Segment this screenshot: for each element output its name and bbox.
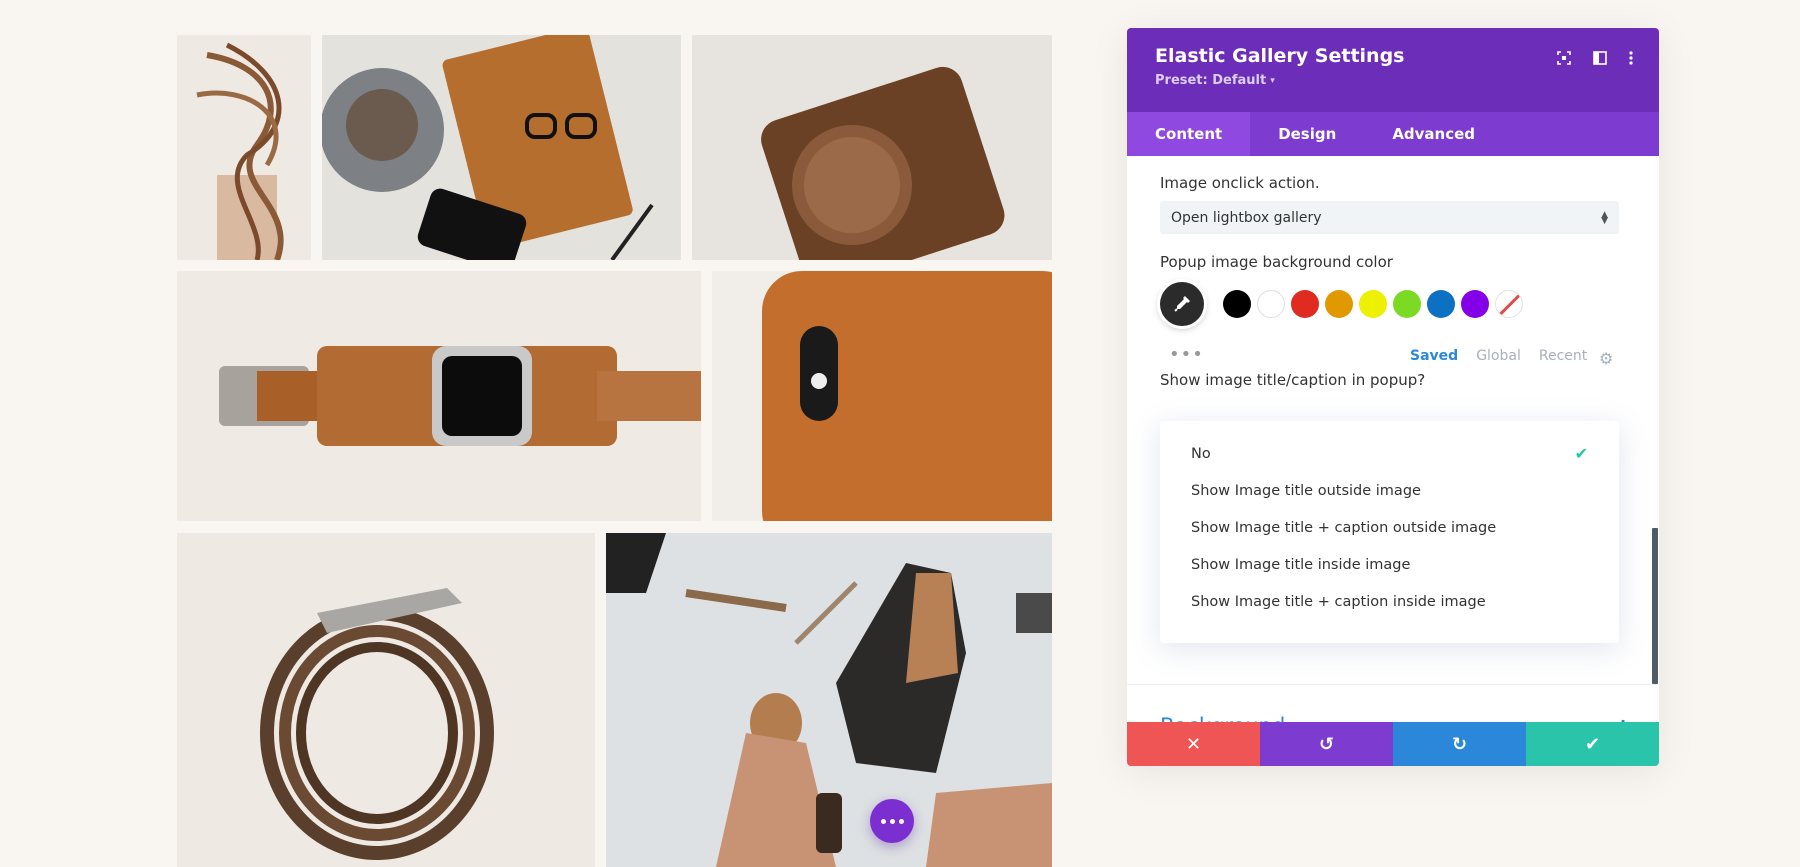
caption-label: Show image title/caption in popup? bbox=[1160, 371, 1426, 389]
bg-color-label: Popup image background color bbox=[1160, 253, 1393, 271]
camera-case-image[interactable] bbox=[692, 35, 1052, 260]
onclick-action-value: Open lightbox gallery bbox=[1171, 209, 1322, 226]
redo-icon: ↻ bbox=[1451, 733, 1468, 755]
cancel-button[interactable]: ✕ bbox=[1127, 722, 1260, 766]
redo-button[interactable]: ↻ bbox=[1393, 722, 1526, 766]
check-icon: ✔ bbox=[1584, 733, 1601, 755]
caption-option-title-caption-outside[interactable]: Show Image title + caption outside image bbox=[1160, 509, 1619, 546]
save-button[interactable]: ✔ bbox=[1526, 722, 1659, 766]
caption-option-label: Show Image title outside image bbox=[1191, 482, 1421, 499]
palette-tab-saved[interactable]: Saved bbox=[1410, 348, 1458, 364]
more-dots-icon bbox=[880, 818, 886, 824]
caption-option-label: Show Image title + caption inside image bbox=[1191, 593, 1486, 610]
section-divider bbox=[1127, 684, 1659, 685]
leather-watch-image[interactable] bbox=[177, 271, 701, 521]
panel-tabs: Content Design Advanced bbox=[1127, 112, 1659, 156]
leather-cord-image[interactable] bbox=[177, 35, 311, 260]
background-section-title[interactable]: Background bbox=[1160, 714, 1285, 722]
caption-option-title-outside[interactable]: Show Image title outside image bbox=[1160, 472, 1619, 509]
swatch-red[interactable] bbox=[1291, 290, 1319, 318]
focus-icon[interactable] bbox=[1557, 50, 1571, 69]
kebab-menu-icon[interactable] bbox=[1629, 50, 1633, 69]
select-arrows-icon: ▲ ▼ bbox=[1601, 209, 1608, 226]
settings-panel: Elastic Gallery Settings Preset: Default… bbox=[1127, 28, 1659, 766]
onclick-action-select[interactable]: Open lightbox gallery ▲ ▼ bbox=[1160, 201, 1619, 234]
gear-icon[interactable]: ⚙ bbox=[1599, 349, 1613, 368]
palette-tabs: Saved Global Recent bbox=[1410, 348, 1587, 364]
caption-option-title-caption-inside[interactable]: Show Image title + caption inside image bbox=[1160, 583, 1619, 620]
panel-body: Image onclick action. Open lightbox gall… bbox=[1127, 156, 1659, 722]
leather-belt-image[interactable] bbox=[177, 533, 595, 867]
checkmark-icon: ✔ bbox=[1574, 444, 1588, 463]
caption-option-label: Show Image title + caption outside image bbox=[1191, 519, 1497, 536]
undo-icon: ↺ bbox=[1318, 733, 1335, 755]
phone-case-image[interactable] bbox=[712, 271, 1052, 521]
more-options-button[interactable] bbox=[870, 799, 914, 843]
caption-option-no[interactable]: No ✔ bbox=[1160, 435, 1619, 472]
eyedropper-button[interactable] bbox=[1160, 282, 1204, 326]
caption-dropdown: No ✔ Show Image title outside image Show… bbox=[1160, 421, 1619, 643]
panel-header: Elastic Gallery Settings Preset: Default… bbox=[1127, 28, 1659, 112]
palette-tab-global[interactable]: Global bbox=[1476, 348, 1521, 364]
notebook-coffee-image[interactable] bbox=[322, 35, 681, 260]
panel-footer: ✕ ↺ ↻ ✔ bbox=[1127, 722, 1659, 766]
preset-label: Preset: Default bbox=[1155, 73, 1267, 88]
color-swatches bbox=[1223, 290, 1523, 318]
caption-option-label: Show Image title inside image bbox=[1191, 556, 1411, 573]
tab-design[interactable]: Design bbox=[1250, 112, 1364, 156]
swatch-blue[interactable] bbox=[1427, 290, 1455, 318]
split-view-icon[interactable] bbox=[1593, 50, 1607, 69]
swatch-purple[interactable] bbox=[1461, 290, 1489, 318]
swatch-white[interactable] bbox=[1257, 290, 1285, 318]
swatch-green[interactable] bbox=[1393, 290, 1421, 318]
caret-down-icon: ▾ bbox=[1270, 75, 1275, 86]
preset-selector[interactable]: Preset: Default ▾ bbox=[1155, 73, 1275, 88]
swatch-orange[interactable] bbox=[1325, 290, 1353, 318]
caption-option-title-inside[interactable]: Show Image title inside image bbox=[1160, 546, 1619, 583]
more-colors-icon[interactable]: ••• bbox=[1169, 344, 1204, 365]
caption-option-label: No bbox=[1191, 445, 1211, 462]
tab-advanced[interactable]: Advanced bbox=[1364, 112, 1503, 156]
scrollbar[interactable] bbox=[1652, 528, 1658, 684]
undo-button[interactable]: ↺ bbox=[1260, 722, 1393, 766]
tab-content[interactable]: Content bbox=[1127, 112, 1251, 156]
leather-tools-image[interactable] bbox=[606, 533, 1052, 867]
palette-tab-recent[interactable]: Recent bbox=[1539, 348, 1587, 364]
swatch-black[interactable] bbox=[1223, 290, 1251, 318]
onclick-action-label: Image onclick action. bbox=[1160, 174, 1320, 192]
eyedropper-icon bbox=[1174, 296, 1190, 312]
close-icon: ✕ bbox=[1185, 733, 1202, 755]
swatch-none[interactable] bbox=[1495, 290, 1523, 318]
swatch-yellow[interactable] bbox=[1359, 290, 1387, 318]
